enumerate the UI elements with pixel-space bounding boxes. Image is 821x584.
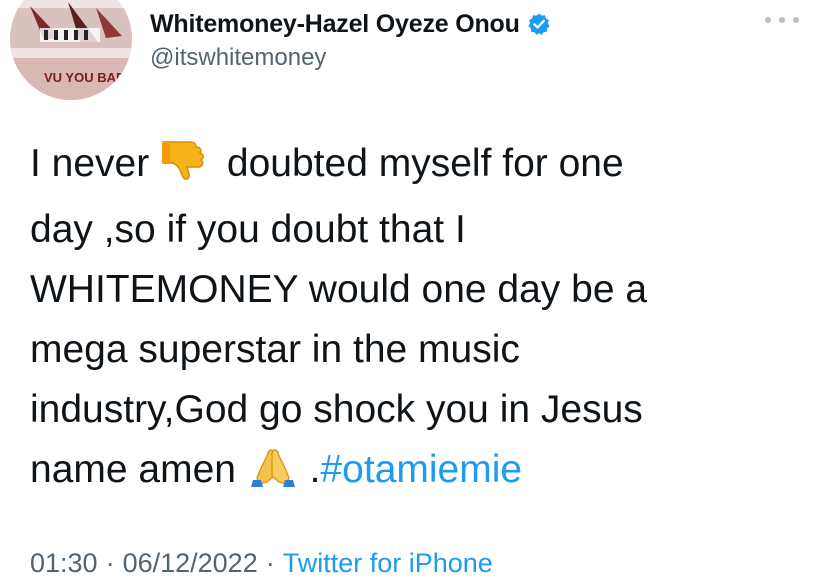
text-segment: doubted myself for one (226, 142, 624, 185)
avatar[interactable]: VU YOU BAD (10, 0, 132, 100)
dot (765, 17, 771, 23)
tweet-meta: 01:30 · 06/12/2022 · Twitter for iPhone (30, 548, 493, 579)
avatar-image: VU YOU BAD (10, 0, 132, 100)
handle[interactable]: @itswhitemoney (150, 44, 741, 72)
tweet-text: I never doubted myself for one day ,so i… (30, 134, 790, 506)
thumbs-down-icon (160, 138, 216, 200)
text-segment: . (309, 448, 321, 491)
more-options-icon[interactable] (765, 12, 799, 28)
text-segment: I never (30, 142, 150, 185)
tweet-date[interactable]: 06/12/2022 (123, 548, 258, 578)
tweet-line: WHITEMONEY would one day be a (30, 268, 648, 311)
tweet-source-link[interactable]: Twitter for iPhone (283, 548, 493, 578)
hashtag-link[interactable]: #otamiemie (320, 448, 522, 491)
tweet-time[interactable]: 01:30 (30, 548, 98, 578)
separator: · (105, 548, 115, 578)
tweet-line: I never doubted myself for one (30, 134, 790, 200)
separator: · (265, 548, 275, 578)
praying-hands-icon (247, 446, 299, 506)
dot (779, 17, 785, 23)
verified-badge-icon (527, 12, 551, 36)
name-row: Whitemoney-Hazel Oyeze Onou (150, 6, 741, 42)
avatar-text: VU YOU BAD (44, 70, 125, 85)
tweet-line: industry,God go shock you in Jesus (30, 388, 643, 431)
text-segment: name amen (30, 448, 236, 491)
tweet-line: name amen .#otamiemie (30, 440, 790, 506)
tweet-line: mega superstar in the music (30, 328, 520, 371)
dot (793, 17, 799, 23)
tweet-card: VU YOU BAD Whitemoney-Hazel Oyeze Onou @… (0, 0, 821, 584)
author-block: Whitemoney-Hazel Oyeze Onou @itswhitemon… (150, 6, 741, 72)
display-name[interactable]: Whitemoney-Hazel Oyeze Onou (150, 10, 520, 39)
tweet-line: day ,so if you doubt that I (30, 208, 466, 251)
